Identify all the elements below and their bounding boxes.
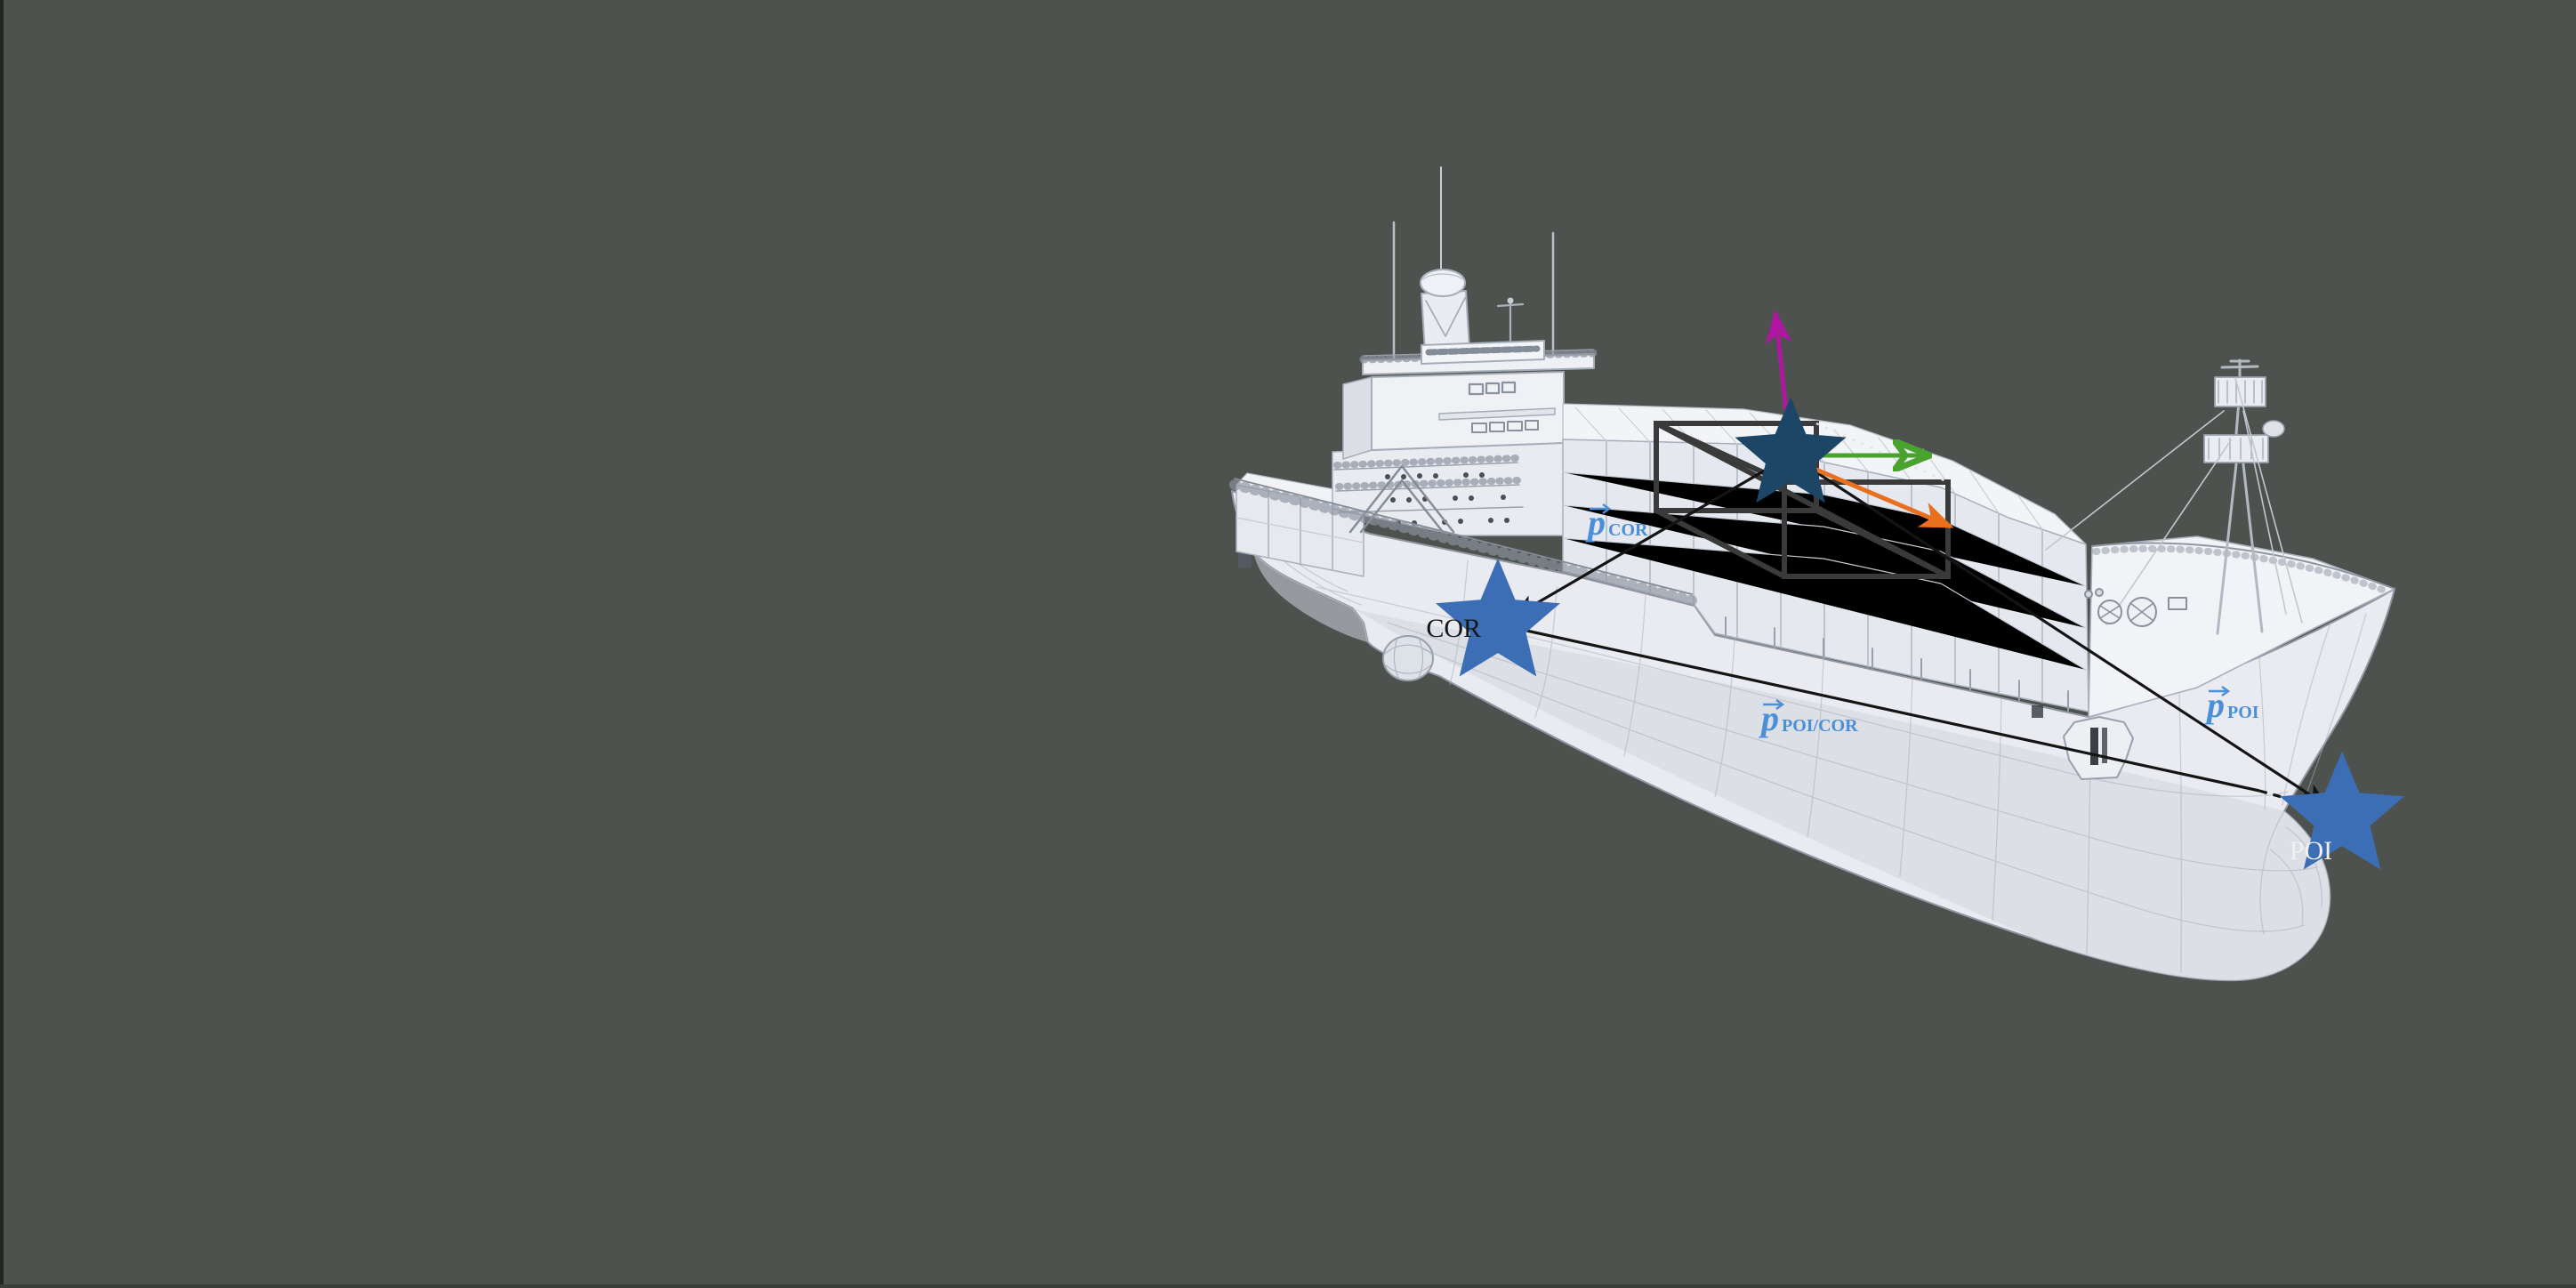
poi-label: POI <box>2290 836 2332 865</box>
ship-kinematics-diagram: COR POI p COR p POI/COR p POI <box>0 0 2576 1288</box>
cor-star <box>1485 610 1511 634</box>
p-cor-subscript: COR <box>1608 520 1648 540</box>
scene: COR POI p COR p POI/COR p POI <box>0 0 2576 1288</box>
cor-label: COR <box>1426 614 1481 643</box>
origin-star <box>1778 442 1804 466</box>
bridge-house-windows <box>1429 349 1537 352</box>
poi-star <box>2330 803 2355 827</box>
bottom-edge-sliver <box>0 1284 2576 1288</box>
p-poi-subscript: POI <box>2227 703 2259 722</box>
p-poi-cor-subscript: POI/COR <box>1782 716 1858 736</box>
radar-dish <box>2263 421 2284 437</box>
superstructure-side <box>1343 377 1372 459</box>
left-edge-sliver <box>0 0 4 1288</box>
